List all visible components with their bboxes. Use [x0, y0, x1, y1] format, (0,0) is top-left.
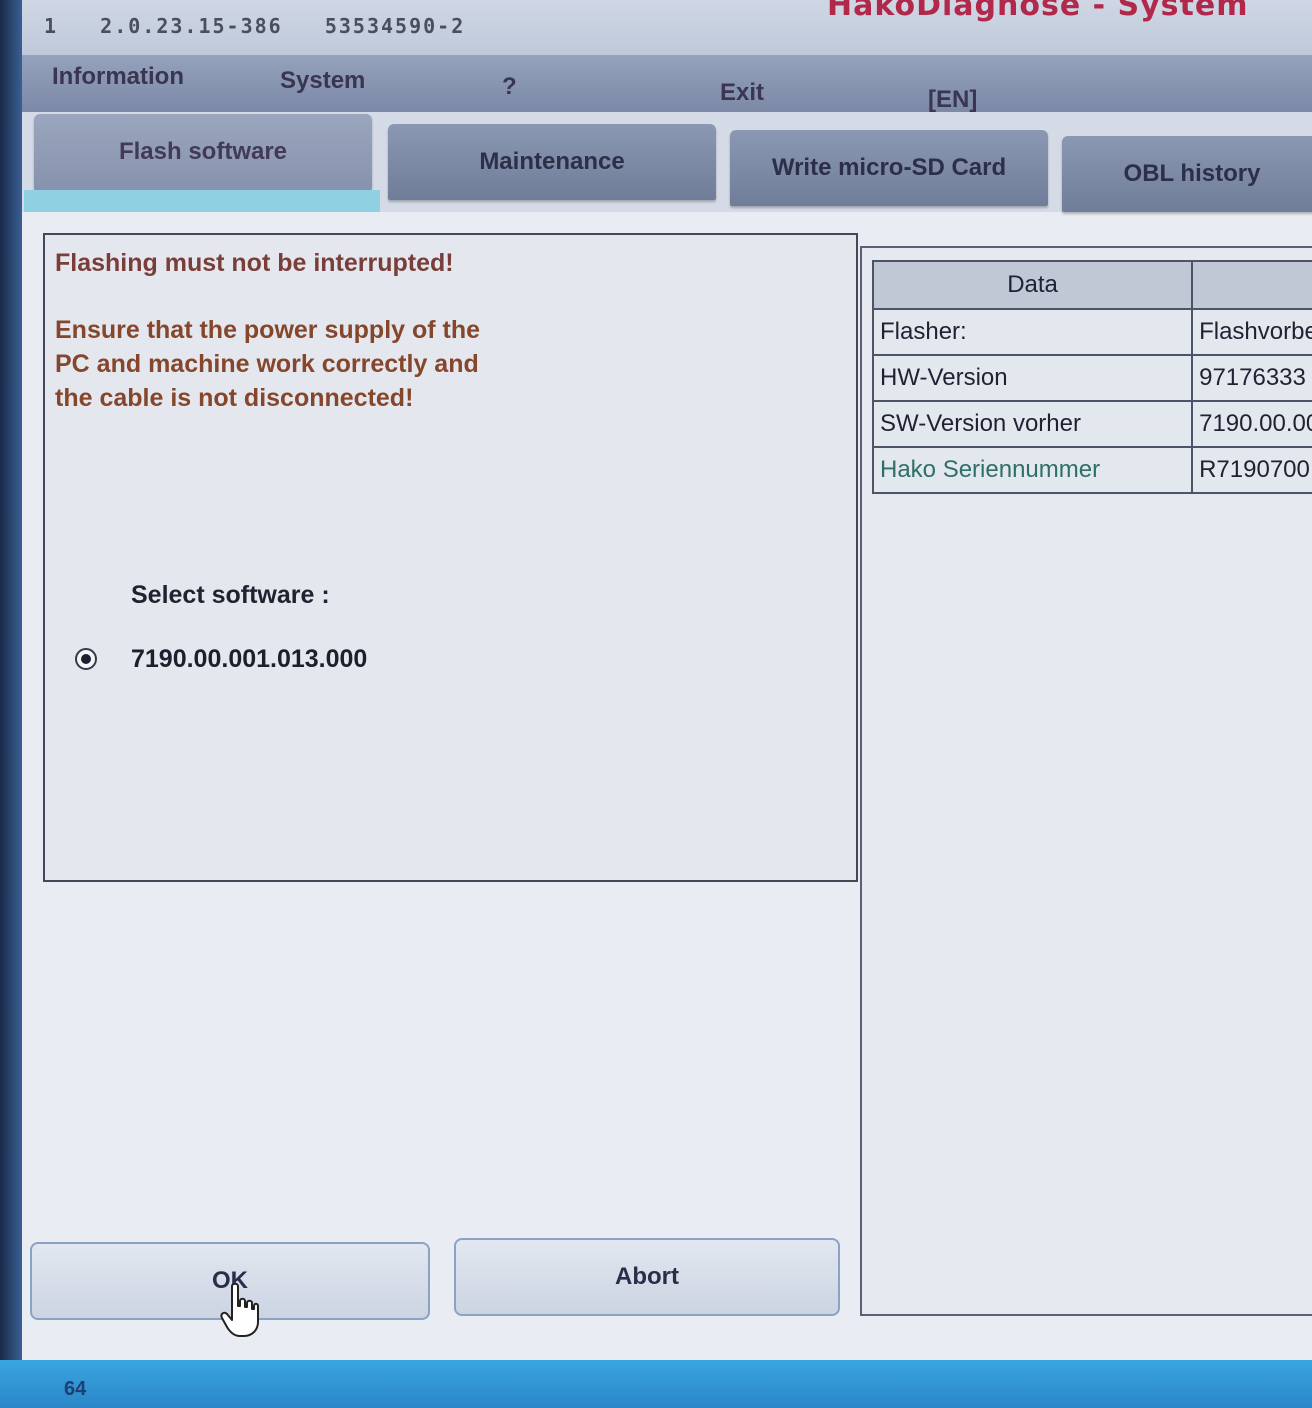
tab-flash-software[interactable]: Flash software [34, 114, 372, 190]
hand-pointer-icon [220, 1282, 259, 1337]
column-header-value [1191, 260, 1312, 310]
table-header-row: Data [871, 260, 1312, 310]
app-window: 1 2.0.23.15-386 53534590-2 HakoDiagnose … [22, 0, 1312, 1360]
active-tab-indicator [24, 190, 380, 212]
row-value: R7190700 [1191, 446, 1312, 494]
menu-item-exit[interactable]: Exit [720, 79, 764, 107]
software-option-label[interactable]: 7190.00.001.013.000 [131, 645, 367, 674]
column-header-data: Data [871, 260, 1194, 310]
warning-title: Flashing must not be interrupted! [55, 249, 454, 277]
taskbar [0, 1360, 1312, 1408]
row-value: 97176333 [1191, 354, 1312, 402]
data-table: Data Flasher: Flashvorbe HW-Version 9717… [871, 260, 1312, 494]
row-key: Flasher: [871, 308, 1194, 356]
taskbar-label: 64 [64, 1378, 87, 1400]
table-row: Flasher: Flashvorbe [871, 308, 1312, 356]
warning-message: Ensure that the power supply of the PC a… [55, 316, 481, 412]
row-key: Hako Seriennummer [871, 446, 1194, 494]
row-key: HW-Version [871, 354, 1194, 402]
menu-item-help[interactable]: ? [502, 73, 517, 101]
tab-maintenance[interactable]: Maintenance [388, 124, 716, 200]
abort-button[interactable]: Abort [454, 1238, 840, 1316]
tab-obl-history[interactable]: OBL history [1062, 136, 1312, 212]
data-panel: Data Flasher: Flashvorbe HW-Version 9717… [860, 246, 1312, 1316]
software-radio-button[interactable] [75, 648, 97, 670]
build-info: 1 2.0.23.15-386 53534590-2 [44, 14, 466, 38]
app-title: HakoDiagnose - System [827, 0, 1249, 23]
table-row: SW-Version vorher 7190.00.00 [871, 400, 1312, 448]
select-software-label: Select software : [131, 581, 330, 609]
row-value: 7190.00.00 [1191, 400, 1312, 448]
menu-item-language[interactable]: [EN] [928, 86, 977, 114]
menu-item-information[interactable]: Information [52, 63, 184, 91]
flash-panel: Flashing must not be interrupted! Ensure… [43, 233, 858, 882]
screen-bezel [0, 0, 22, 1408]
tab-write-micro-sd[interactable]: Write micro-SD Card [730, 130, 1048, 206]
menu-item-system[interactable]: System [280, 67, 365, 95]
table-row: HW-Version 97176333 [871, 354, 1312, 402]
row-key: SW-Version vorher [871, 400, 1194, 448]
table-row: Hako Seriennummer R7190700 [871, 446, 1312, 494]
title-bar: 1 2.0.23.15-386 53534590-2 HakoDiagnose … [22, 0, 1312, 55]
row-value: Flashvorbe [1191, 308, 1312, 356]
menu-bar: Information System ? Exit [EN] [22, 55, 1312, 115]
